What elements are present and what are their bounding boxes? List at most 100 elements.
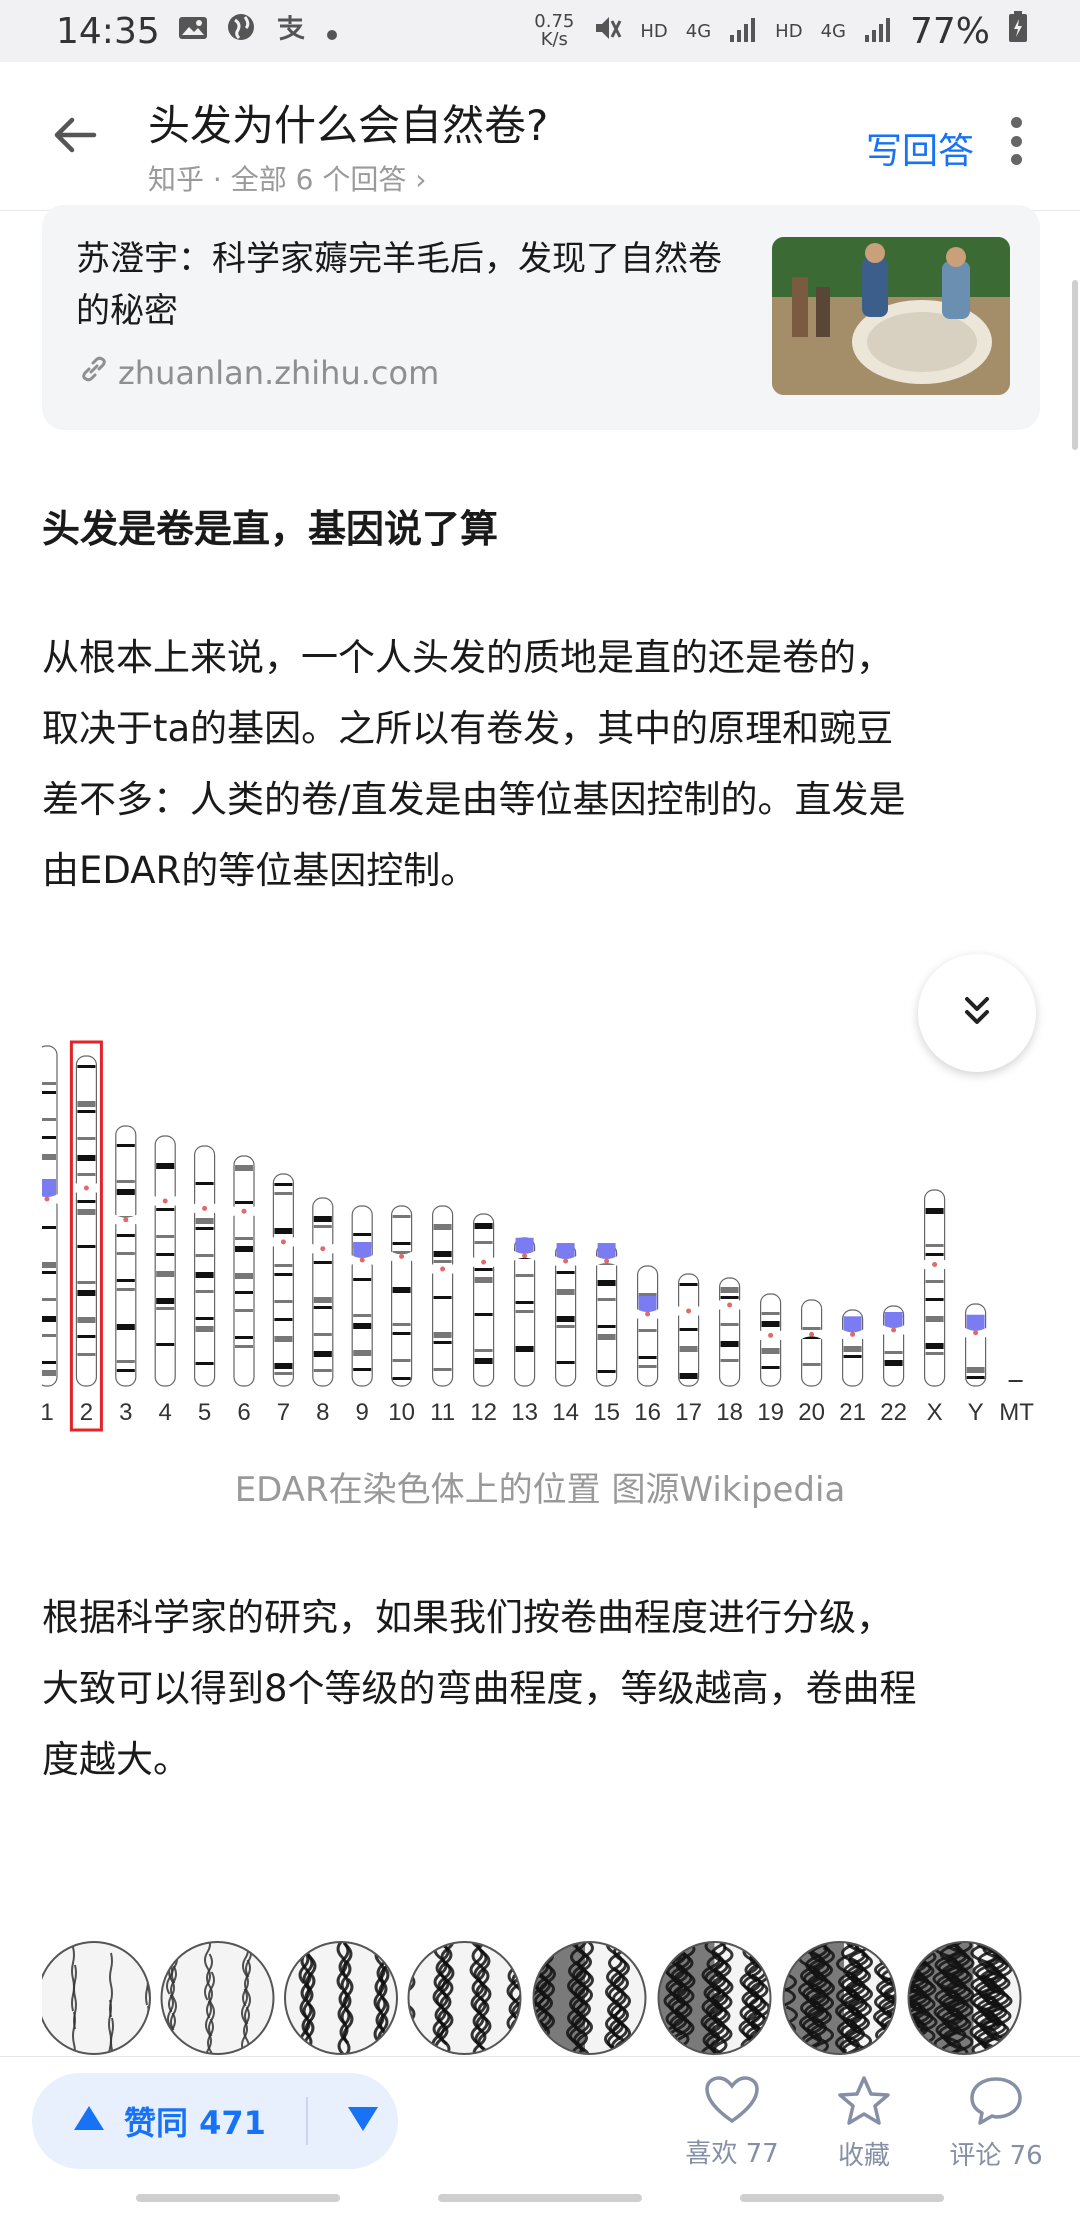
image-icon <box>178 14 208 49</box>
chromosome-label: 6 <box>237 1399 250 1426</box>
signal-icon <box>729 11 757 52</box>
paragraph-1: 从根本上来说，一个人头发的质地是直的还是卷的， 取决于ta的基因。之所以有卷发，… <box>42 622 1042 906</box>
comment-bubble-icon <box>936 2075 1056 2127</box>
back-icon[interactable] <box>50 110 100 160</box>
figure-caption: EDAR在染色体上的位置 图源Wikipedia <box>234 1470 846 1510</box>
chromosome-label: 9 <box>356 1399 369 1426</box>
linked-article-domain: zhuanlan.zhihu.com <box>78 353 439 393</box>
chromosome-label: 15 <box>593 1399 620 1426</box>
mute-icon <box>592 11 622 52</box>
network-type-1: 4G <box>685 20 712 42</box>
downvote-button[interactable] <box>346 2105 380 2137</box>
comment-button[interactable]: 评论 76 <box>936 2075 1056 2172</box>
question-subtitle[interactable]: 知乎 · 全部 6 个回答 › <box>148 158 426 198</box>
net-speed-unit: K/s <box>540 29 568 50</box>
chromosome-22: 22 <box>880 1305 907 1426</box>
chromosome-3: 3 <box>114 1125 137 1426</box>
chromosome-ideogram: 1 2 3 4 5 6 7 8 9 10 11 12 13 14 15 16 17 18 19 20 21 22 X Y MT <box>42 1040 1034 1432</box>
chromosome-label: 18 <box>716 1399 743 1426</box>
upvote-label: 赞同 471 <box>124 2104 266 2142</box>
curl-grade-circle <box>285 1942 397 2054</box>
double-chevron-down-icon <box>959 993 995 1033</box>
like-button[interactable]: 喜欢 77 <box>672 2075 792 2170</box>
dot-icon <box>326 14 338 49</box>
link-icon <box>78 353 110 393</box>
chromosome-label: 14 <box>552 1399 579 1426</box>
chromosome-label: X <box>927 1399 943 1426</box>
paragraph-1-line: 从根本上来说，一个人头发的质地是直的还是卷的， <box>42 636 893 679</box>
more-options-icon[interactable] <box>1008 117 1024 165</box>
chromosome-9: 9 <box>351 1205 374 1426</box>
chromosome-21: 21 <box>839 1309 866 1426</box>
linked-article-card[interactable]: 苏澄宇：科学家薅完羊毛后，发现了自然卷的秘密 zhuanlan.zhihu.co… <box>42 205 1040 430</box>
chromosome-label: 7 <box>277 1399 290 1426</box>
chromosome-7: 7 <box>272 1173 295 1426</box>
paragraph-1-line: 由EDAR的等位基因控制。 <box>42 849 478 892</box>
nav-hint-right <box>740 2194 944 2202</box>
chromosome-13: 13 <box>511 1237 538 1426</box>
paragraph-2-line: 根据科学家的研究，如果我们按卷曲程度进行分级， <box>42 1596 893 1639</box>
collect-button[interactable]: 收藏 <box>804 2075 924 2172</box>
collect-label: 收藏 <box>837 2141 890 2171</box>
chromosome-X: X <box>923 1189 946 1426</box>
heart-icon <box>672 2075 792 2125</box>
net-speed: 0.75 K/s <box>534 13 574 49</box>
hd-badge-2: HD <box>775 20 803 42</box>
chromosome-14: 14 <box>552 1243 579 1426</box>
chromosome-2: 2 <box>69 1040 103 1432</box>
chromosome-18: 18 <box>716 1277 743 1426</box>
chromosome-label: 4 <box>159 1399 172 1426</box>
chromosome-6: 6 <box>233 1155 255 1426</box>
chromosome-label: 13 <box>511 1399 538 1426</box>
battery-level: 77% <box>909 10 990 52</box>
chromosome-4: 4 <box>154 1135 177 1426</box>
vote-divider <box>305 2097 308 2145</box>
paragraph-2-line: 度越大。 <box>42 1738 190 1781</box>
chromosome-label: 12 <box>470 1399 497 1426</box>
like-label: 喜欢 77 <box>685 2139 779 2169</box>
article-thumbnail <box>772 237 1010 395</box>
chromosome-8: 8 <box>311 1197 334 1426</box>
triangle-up-icon <box>72 2102 106 2140</box>
star-icon <box>804 2075 924 2127</box>
domain-text: zhuanlan.zhihu.com <box>118 354 440 392</box>
chromosome-label: 3 <box>119 1399 132 1426</box>
hair-curl-grade-image <box>42 1941 1022 2055</box>
curl-grade-circle <box>783 1942 896 2054</box>
write-answer-button[interactable]: 写回答 <box>866 122 974 174</box>
curl-grade-circle <box>908 1942 1021 2054</box>
question-title[interactable]: 头发为什么会自然卷? <box>148 92 548 153</box>
chromosome-label: 2 <box>80 1399 93 1426</box>
network-type-2: 4G <box>820 20 846 42</box>
chromosome-10: 10 <box>388 1205 415 1426</box>
curl-grade-circle <box>658 1942 771 2054</box>
signal-icon-2 <box>864 11 892 52</box>
nav-hint-center <box>438 2194 642 2202</box>
app-header: 头发为什么会自然卷? 知乎 · 全部 6 个回答 › 写回答 <box>0 62 1080 211</box>
scrollbar[interactable] <box>1072 280 1078 450</box>
curl-grade-circle <box>161 1942 274 2054</box>
chromosome-Y: Y <box>964 1303 987 1426</box>
chromosome-label: MT <box>999 1399 1034 1426</box>
chromosome-19: 19 <box>757 1293 784 1426</box>
chromosome-17: 17 <box>675 1273 702 1426</box>
vote-pill: 赞同 471 <box>32 2073 398 2169</box>
paragraph-2-line: 大致可以得到8个等级的弯曲程度，等级越高，卷曲程 <box>42 1667 917 1710</box>
chromosome-11: 11 <box>430 1205 455 1426</box>
chromosome-20: 20 <box>798 1299 825 1426</box>
chromosome-MT: MT <box>999 1380 1034 1426</box>
chromosome-label: 8 <box>316 1399 329 1426</box>
chromosome-1: 1 <box>42 1045 58 1426</box>
nav-hint-left <box>136 2194 340 2202</box>
chromosome-16: 16 <box>634 1265 661 1426</box>
chromosome-label: 19 <box>757 1399 784 1426</box>
paragraph-2: 根据科学家的研究，如果我们按卷曲程度进行分级， 大致可以得到8个等级的弯曲程度，… <box>42 1582 1042 1795</box>
chromosome-label: 21 <box>839 1399 866 1426</box>
globe-icon <box>226 12 256 50</box>
alipay-icon <box>274 12 308 50</box>
comment-label: 评论 76 <box>949 2141 1043 2171</box>
upvote-button[interactable]: 赞同 471 <box>72 2098 266 2144</box>
paragraph-1-line: 差不多：人类的卷/直发是由等位基因控制的。直发是 <box>42 778 906 821</box>
hd-badge-1: HD <box>640 20 668 42</box>
chromosome-label: 22 <box>880 1399 907 1426</box>
